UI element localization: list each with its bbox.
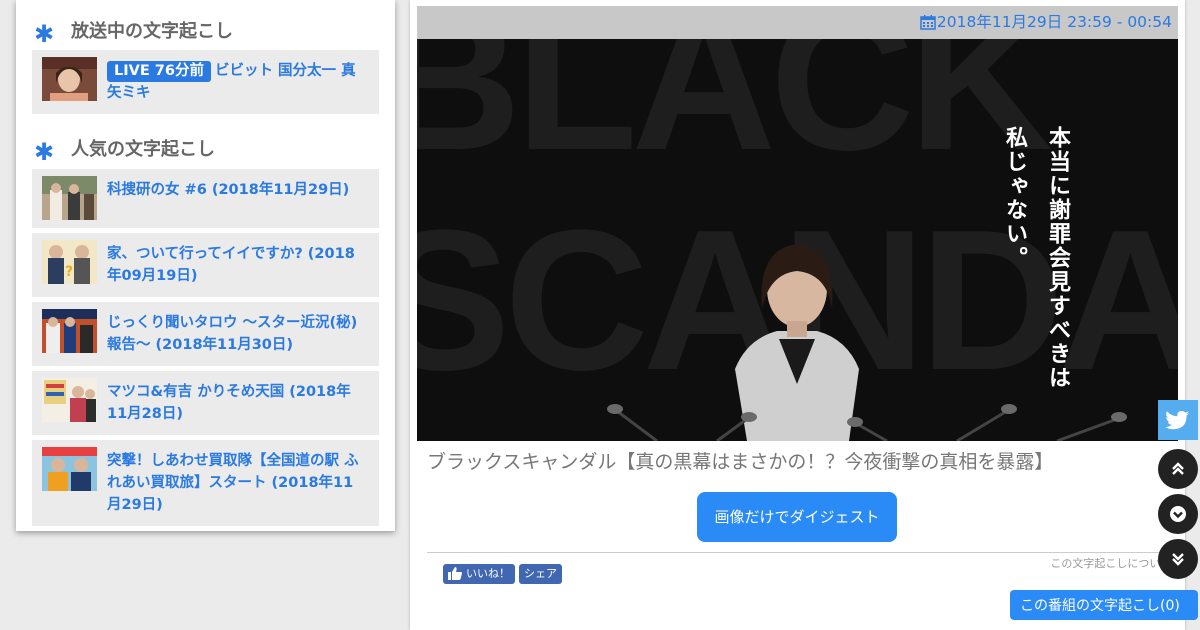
popular-item-thumbnail: ? [42,240,97,284]
svg-text:?: ? [65,264,73,280]
popular-item-title: 突撃！しあわせ買取隊【全国道の駅 ふれあい買取旅】スタート (2018年11月2… [107,453,359,513]
live-item[interactable]: LIVE 76分前 ビビット 国分太一 真矢ミキ [32,50,379,114]
facebook-share-button[interactable]: シェア [519,564,562,584]
twitter-icon [1165,411,1190,430]
page-bottom-button[interactable] [1158,539,1198,579]
popular-item-thumbnail [42,309,97,353]
thumbs-up-icon [448,567,462,580]
live-section-header: ✱ 放送中の文字起こし [16,17,395,48]
popular-item[interactable]: じっくり聞いタロウ ～スター近況(秘)報告～ (2018年11月30日) [32,302,379,366]
svg-text:BLACK: BLACK [417,39,1051,192]
popular-item-thumbnail [42,447,97,491]
program-title: ブラックスキャンダル【真の黒幕はまさかの！？今夜衝撃の真相を暴露】 [427,451,1054,473]
twitter-share-button[interactable] [1158,400,1198,440]
sidebar: ✱ 放送中の文字起こし LIVE 76分前 ビビット 国分太一 真矢ミキ ✱ 人気… [16,0,395,531]
live-section-title: 放送中の文字起こし [71,21,233,42]
asterisk-icon: ✱ [34,138,55,166]
main-content: BLACK SCANDAL 本当に謝 [410,0,1185,630]
image-digest-button[interactable]: 画像だけでダイジェスト [697,492,897,542]
popular-item[interactable]: マツコ&有吉 かりそめ天国 (2018年11月28日) [32,371,379,435]
facebook-like-label: いいね！ [466,567,510,580]
broadcast-time-bar: 2018年11月29日 23:59 - 00:54 [417,6,1178,39]
popular-item-title: マツコ&有吉 かりそめ天国 (2018年11月28日) [107,384,351,422]
popular-item-thumbnail [42,378,97,422]
live-badge: LIVE 76分前 [107,61,211,82]
hero-tagline-line1: 本当に謝罪会見すべきは [1045,126,1071,390]
chevron-down-circle-icon [1170,506,1186,522]
about-transcript-link[interactable]: この文字起こしについて [1050,555,1171,571]
popular-section-header: ✱ 人気の文字起こし [16,135,395,166]
popular-item-thumbnail [42,176,97,220]
popular-section-title: 人気の文字起こし [71,139,215,160]
popular-item-title: 科捜研の女 #6 (2018年11月29日) [107,182,350,198]
live-item-thumbnail [42,57,97,101]
popular-item-title: じっくり聞いタロウ ～スター近況(秘)報告～ (2018年11月30日) [107,315,358,353]
popular-item-title: 家、ついて行ってイイですか? (2018年09月19日) [107,246,355,284]
double-chevron-down-icon [1172,553,1184,566]
transcript-count-button[interactable]: この番組の文字起こし(0) [1010,590,1198,620]
live-item-text: LIVE 76分前 ビビット 国分太一 真矢ミキ [107,60,367,104]
calendar-icon [920,15,936,30]
program-hero-image: BLACK SCANDAL 本当に謝 [417,6,1178,441]
double-chevron-up-icon [1172,462,1184,475]
facebook-like-button[interactable]: いいね！ [443,564,515,584]
scroll-down-button[interactable] [1158,494,1198,534]
divider [427,552,1179,553]
popular-item[interactable]: 突撃！しあわせ買取隊【全国道の駅 ふれあい買取旅】スタート (2018年11月2… [32,440,379,526]
popular-item[interactable]: ? 家、ついて行ってイイですか? (2018年09月19日) [32,233,379,297]
hero-tagline-line2: 私じゃない。 [1002,126,1028,270]
broadcast-time: 2018年11月29日 23:59 - 00:54 [936,13,1172,31]
page-top-button[interactable] [1158,449,1198,489]
popular-item[interactable]: 科捜研の女 #6 (2018年11月29日) [32,169,379,228]
asterisk-icon: ✱ [34,20,55,48]
